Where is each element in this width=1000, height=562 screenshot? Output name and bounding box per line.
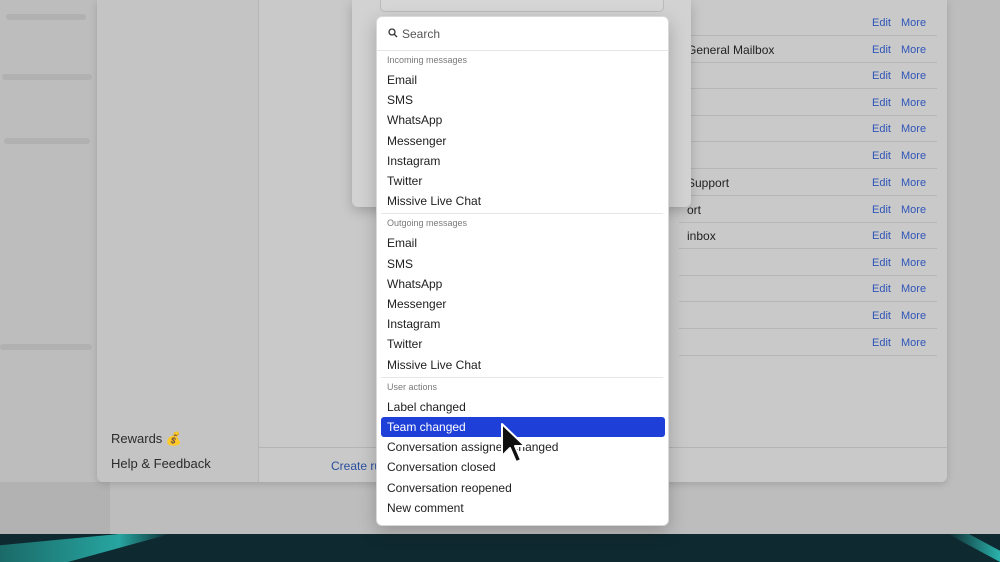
rule-row: ort <box>679 197 937 223</box>
edit-link[interactable]: Edit <box>872 310 891 322</box>
dropdown-option-label: SMS <box>387 256 414 271</box>
background-blur-text <box>6 14 86 20</box>
create-rule-button[interactable]: Create ru <box>331 459 381 473</box>
edit-link[interactable]: Edit <box>872 177 891 189</box>
dropdown-option[interactable]: Twitter <box>381 171 665 191</box>
dropdown-option[interactable]: SMS <box>381 254 665 274</box>
dropdown-option[interactable]: Conversation reopened <box>381 478 665 498</box>
dropdown-option-label: Twitter <box>387 174 423 188</box>
background-blur-text <box>4 138 90 144</box>
dropdown-option[interactable]: Label changed <box>381 397 665 417</box>
dropdown-option-label: Messenger <box>387 297 447 311</box>
sidebar: Rewards 💰 Help & Feedback <box>97 0 259 482</box>
dropdown-option[interactable]: New comment <box>381 498 665 518</box>
dropdown-option-label: Conversation assignee changed <box>387 440 559 455</box>
more-link[interactable]: More <box>901 337 926 349</box>
rule-name: Support <box>687 176 730 190</box>
dropdown-option[interactable]: Twitter <box>381 334 665 354</box>
rule-row <box>679 330 937 356</box>
background-blur-text <box>2 74 92 80</box>
rule-row <box>679 250 937 276</box>
rule-row <box>679 143 937 169</box>
edit-link[interactable]: Edit <box>872 337 891 349</box>
dropdown-option-label: Twitter <box>387 337 423 352</box>
more-link[interactable]: More <box>901 97 926 109</box>
more-link[interactable]: More <box>901 204 926 216</box>
dropdown-option-label: Team changed <box>387 420 466 434</box>
group-header: Incoming messages <box>387 55 468 65</box>
edit-link[interactable]: Edit <box>872 44 891 56</box>
dropdown-option[interactable]: SMS <box>381 90 665 110</box>
more-link[interactable]: More <box>901 177 926 189</box>
rule-row: inbox <box>679 223 937 249</box>
dropdown-option[interactable]: WhatsApp <box>381 274 665 294</box>
more-link[interactable]: More <box>901 230 926 242</box>
more-link[interactable]: More <box>901 70 926 82</box>
dropdown-option[interactable]: Email <box>381 233 665 253</box>
dropdown-option[interactable]: Email <box>381 70 665 90</box>
dropdown-option[interactable]: Missive Live Chat <box>381 355 665 375</box>
edit-link[interactable]: Edit <box>872 230 891 242</box>
dropdown-option-label: Messenger <box>387 133 447 148</box>
dropdown-option[interactable]: Messenger <box>381 131 665 151</box>
more-link[interactable]: More <box>901 283 926 295</box>
dropdown-option-label: Missive Live Chat <box>387 357 482 372</box>
background-strip <box>0 482 110 534</box>
rule-row <box>679 63 937 89</box>
edit-link[interactable]: Edit <box>872 97 891 109</box>
search-icon <box>388 28 398 38</box>
rule-name: General Mailbox <box>687 43 775 57</box>
more-link[interactable]: More <box>901 17 926 29</box>
rule-row <box>679 116 937 142</box>
edit-link[interactable]: Edit <box>872 123 891 135</box>
dropdown-option[interactable]: Messenger <box>381 294 665 314</box>
rule-row <box>679 303 937 329</box>
edit-link[interactable]: Edit <box>872 257 891 269</box>
edit-link[interactable]: Edit <box>872 17 891 29</box>
rule-row <box>679 90 937 116</box>
edit-link[interactable]: Edit <box>872 70 891 82</box>
rule-name: inbox <box>687 229 716 243</box>
dropdown-option-label: Email <box>387 73 418 87</box>
dropdown-option-label: New comment <box>387 500 464 515</box>
more-link[interactable]: More <box>901 150 926 162</box>
more-link[interactable]: More <box>901 310 926 322</box>
rule-row: Support <box>679 170 937 196</box>
more-link[interactable]: More <box>901 44 926 56</box>
group-separator <box>381 376 663 378</box>
edit-link[interactable]: Edit <box>872 283 891 295</box>
dropdown-option[interactable]: Instagram <box>381 151 665 171</box>
dropdown-option-label: Email <box>387 236 418 251</box>
rule-row <box>679 10 937 36</box>
edit-link[interactable]: Edit <box>872 204 891 216</box>
dropdown-option[interactable]: WhatsApp <box>381 110 665 130</box>
dropdown-option-label: WhatsApp <box>387 113 443 128</box>
edit-link[interactable]: Edit <box>872 150 891 162</box>
rule-row <box>679 276 937 302</box>
dropdown-option-label: Conversation closed <box>387 460 496 475</box>
group-header: User actions <box>387 381 438 392</box>
mouse-cursor-icon <box>501 423 526 463</box>
sidebar-item-help-feedback[interactable]: Help & Feedback <box>111 456 211 471</box>
dropdown-option-label: Conversation reopened <box>387 480 512 495</box>
dropdown-option-label: Label changed <box>387 399 466 414</box>
group-header: Outgoing messages <box>387 218 468 229</box>
dropdown-option-label: Instagram <box>387 153 441 168</box>
dropdown-option[interactable]: Missive Live Chat <box>381 191 665 211</box>
dropdown-option-label: Instagram <box>387 317 441 332</box>
dropdown-option-label: WhatsApp <box>387 276 443 291</box>
more-link[interactable]: More <box>901 257 926 269</box>
group-separator <box>381 213 663 215</box>
dropdown-option-label: SMS <box>387 93 414 108</box>
search-input[interactable] <box>402 25 642 43</box>
rule-row: General Mailbox <box>679 37 937 63</box>
trigger-select-field[interactable] <box>380 0 664 12</box>
dropdown-search <box>377 17 668 51</box>
background-blur-text <box>0 344 92 350</box>
more-link[interactable]: More <box>901 123 926 135</box>
dropdown-option[interactable]: Instagram <box>381 314 665 334</box>
sidebar-item-rewards[interactable]: Rewards 💰 <box>111 431 182 447</box>
dropdown-option-label: Missive Live Chat <box>387 194 482 209</box>
